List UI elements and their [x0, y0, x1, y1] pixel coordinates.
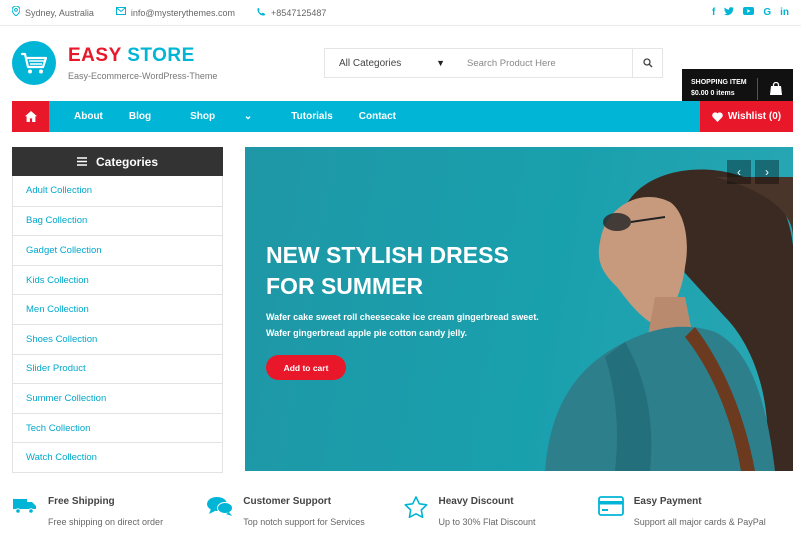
- prev-slide-button[interactable]: ‹: [727, 160, 751, 184]
- search-input[interactable]: Search Product Here: [453, 58, 632, 69]
- cart-summary: $0.00 0 items: [691, 90, 735, 97]
- feature-heavy-discount: Heavy Discount Up to 30% Flat Discount: [403, 496, 598, 527]
- map-pin-icon: [11, 5, 21, 19]
- phone-info[interactable]: +8547125487: [257, 7, 326, 19]
- google-icon[interactable]: G: [763, 7, 771, 19]
- features-row: Free Shipping Free shipping on direct or…: [12, 496, 793, 527]
- brand[interactable]: EASY STORE Easy-Ecommerce-WordPress-Them…: [68, 45, 217, 81]
- site-tagline: Easy-Ecommerce-WordPress-Theme: [68, 71, 218, 81]
- categories-sidebar: Categories Adult Collection Bag Collecti…: [12, 147, 223, 473]
- feature-easy-payment: Easy Payment Support all major cards & P…: [597, 496, 793, 527]
- truck-icon: [12, 496, 38, 526]
- feature-customer-support: Customer Support Top notch support for S…: [207, 496, 402, 527]
- envelope-icon: [115, 7, 126, 18]
- category-item[interactable]: Watch Collection: [13, 442, 222, 472]
- category-item[interactable]: Shoes Collection: [13, 323, 222, 354]
- category-item[interactable]: Kids Collection: [13, 264, 222, 295]
- search-icon: [642, 58, 652, 68]
- hero-title: NEW STYLISH DRESS FOR SUMMER: [266, 242, 509, 300]
- slider-arrows: ‹ ›: [727, 160, 779, 184]
- category-item[interactable]: Adult Collection: [13, 176, 222, 206]
- category-item[interactable]: Slider Product: [13, 353, 222, 384]
- nav-blog[interactable]: Blog: [116, 111, 164, 122]
- cart-logo-icon[interactable]: [12, 41, 56, 85]
- heart-icon: [712, 111, 723, 122]
- caret-down-icon: ▼: [436, 57, 445, 68]
- email-info[interactable]: info@mysterythemes.com: [115, 7, 235, 18]
- home-button[interactable]: [12, 101, 49, 132]
- main-nav: About Blog Shop ⌄ Tutorials Contact Wish…: [12, 101, 793, 132]
- facebook-icon[interactable]: f: [712, 7, 715, 19]
- nav-contact[interactable]: Contact: [346, 111, 409, 122]
- nav-tutorials[interactable]: Tutorials: [278, 111, 345, 122]
- linkedin-icon[interactable]: in: [780, 7, 789, 19]
- categories-header: Categories: [12, 147, 223, 176]
- category-item[interactable]: Summer Collection: [13, 383, 222, 413]
- hero-model-image: [545, 169, 793, 471]
- location-info: Sydney, Australia: [11, 5, 94, 19]
- site-header: EASY STORE Easy-Ecommerce-WordPress-Them…: [0, 26, 801, 109]
- twitter-icon[interactable]: [724, 6, 735, 19]
- star-icon: [403, 496, 429, 526]
- shopping-bag-icon: [758, 82, 793, 96]
- social-links: f G in: [712, 6, 789, 19]
- cart-label: SHOPPING ITEM: [691, 79, 747, 87]
- chat-icon: [207, 496, 234, 526]
- home-icon: [24, 111, 37, 122]
- feature-free-shipping: Free Shipping Free shipping on direct or…: [12, 496, 207, 527]
- category-select[interactable]: All Categories ▼: [325, 58, 453, 69]
- menu-icon: [76, 155, 87, 169]
- hero-slider: ‹ › NEW STYLISH DRESS FOR SUMMER Wafer c…: [245, 147, 793, 471]
- category-item[interactable]: Tech Collection: [13, 412, 222, 443]
- category-item[interactable]: Bag Collection: [13, 205, 222, 236]
- add-to-cart-button[interactable]: Add to cart: [266, 355, 346, 380]
- youtube-icon[interactable]: [743, 6, 755, 19]
- credit-card-icon: [597, 496, 624, 526]
- top-bar: Sydney, Australia info@mysterythemes.com…: [0, 0, 801, 26]
- nav-shop[interactable]: Shop ⌄: [164, 111, 278, 122]
- nav-about[interactable]: About: [61, 111, 116, 122]
- site-title[interactable]: EASY STORE: [68, 45, 217, 67]
- phone-icon: [257, 7, 266, 19]
- chevron-down-icon: ⌄: [243, 111, 253, 122]
- category-item[interactable]: Gadget Collection: [13, 235, 222, 265]
- wishlist-button[interactable]: Wishlist (0): [700, 101, 793, 132]
- search-button[interactable]: [632, 49, 662, 77]
- product-search: All Categories ▼ Search Product Here: [324, 48, 663, 78]
- category-item[interactable]: Men Collection: [13, 294, 222, 324]
- hero-description: Wafer cake sweet roll cheesecake ice cre…: [266, 312, 539, 338]
- next-slide-button[interactable]: ›: [755, 160, 779, 184]
